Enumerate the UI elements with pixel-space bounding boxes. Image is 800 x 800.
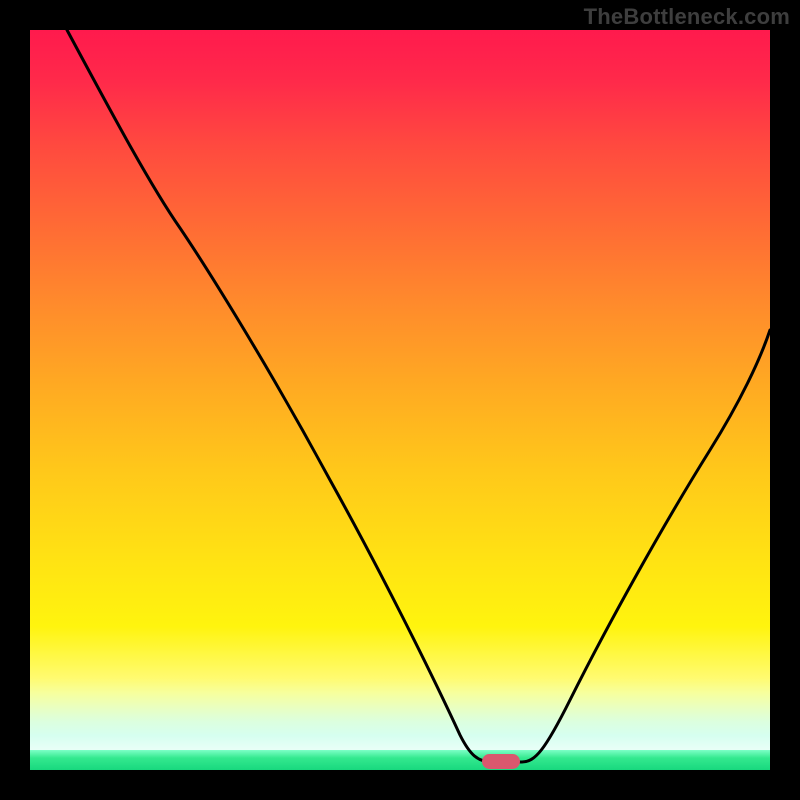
curve-svg [30,30,770,770]
bottleneck-curve [67,30,770,762]
chart-stage: TheBottleneck.com [0,0,800,800]
optimal-marker [482,754,520,769]
plot-area [30,30,770,770]
watermark-text: TheBottleneck.com [584,4,790,30]
